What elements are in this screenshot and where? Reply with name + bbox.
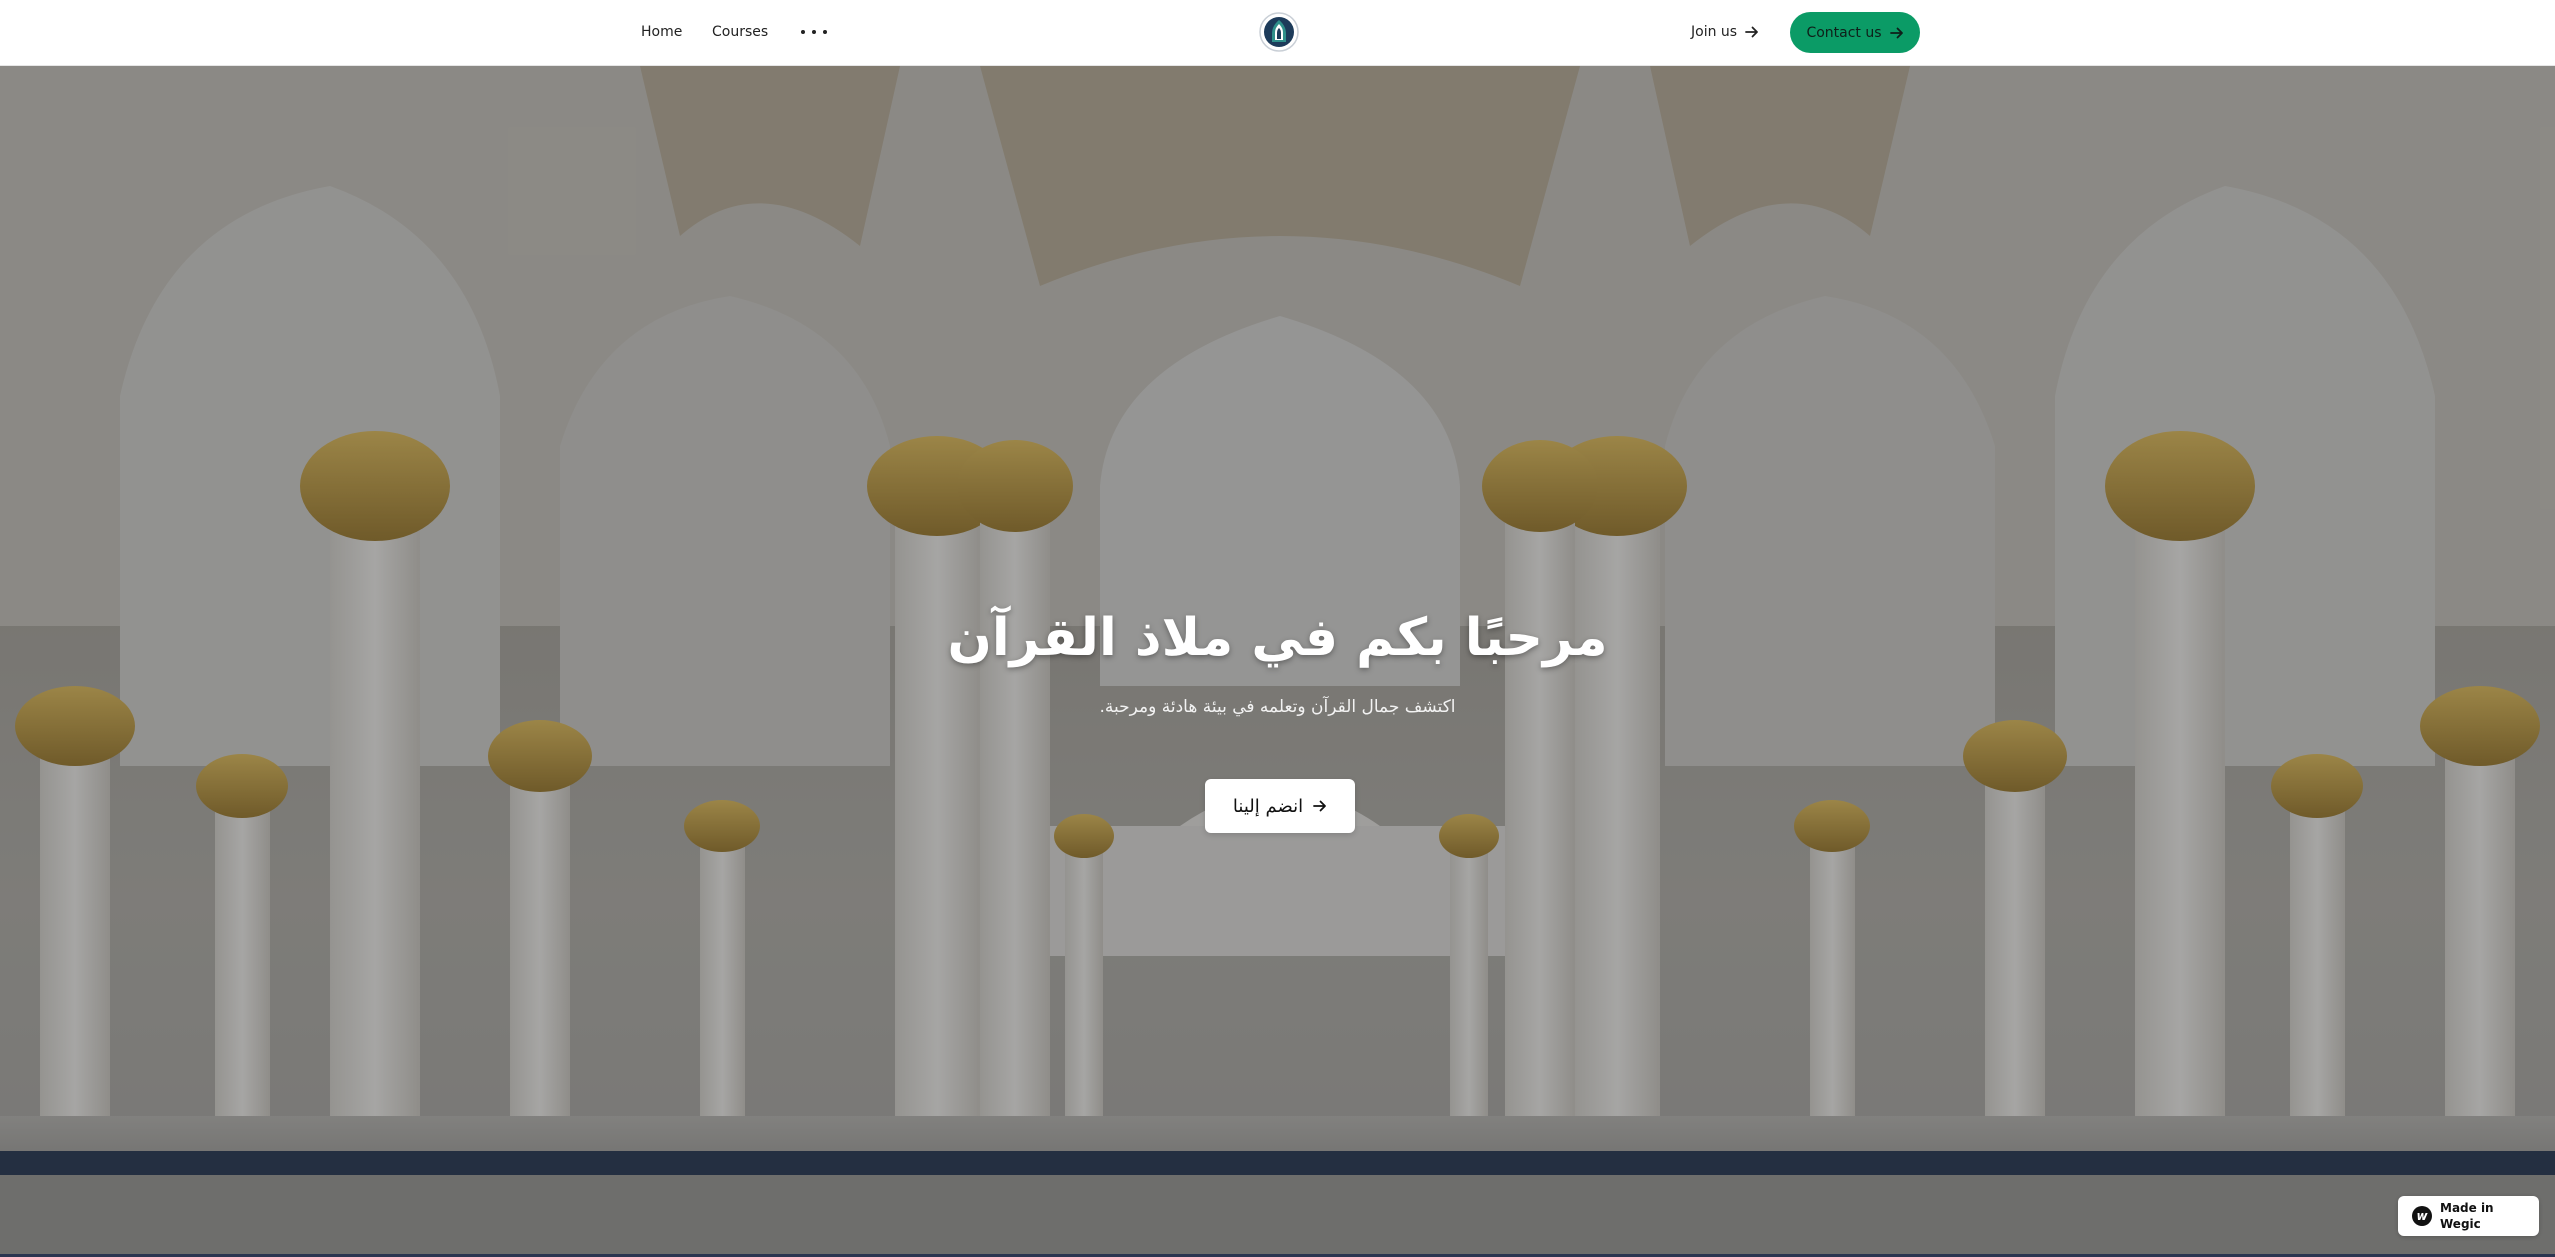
more-horizontal-icon[interactable] [801, 22, 827, 42]
hero-section: مرحبًا بكم في ملاذ القرآن اكتشف جمال الق… [0, 66, 2555, 1257]
made-in-wegic-badge[interactable]: w Made in Wegic [2398, 1196, 2539, 1236]
badge-text: Made in Wegic [2440, 1201, 2494, 1231]
arrow-right-icon [1889, 27, 1903, 38]
join-us-cta-button[interactable]: انضم إلينا [1205, 779, 1355, 833]
wegic-logo-icon: w [2412, 1206, 2432, 1226]
arrow-right-icon [1745, 26, 1758, 38]
cta-label: انضم إلينا [1232, 795, 1304, 817]
contact-us-button[interactable]: Contact us [1790, 12, 1920, 53]
hero-title: مرحبًا بكم في ملاذ القرآن [947, 608, 1608, 668]
contact-us-label: Contact us [1806, 24, 1882, 41]
nav-home-link[interactable]: Home [641, 22, 682, 42]
top-navigation-bar: Home Courses Join us Contact us [0, 0, 2555, 66]
hero-subtitle: اكتشف جمال القرآن وتعلمه في بيئة هادئة و… [1099, 697, 1456, 717]
mosque-emblem-icon[interactable] [1259, 12, 1299, 52]
join-us-link[interactable]: Join us [1691, 22, 1759, 42]
join-us-label: Join us [1691, 24, 1738, 40]
arrow-right-icon [1313, 800, 1326, 812]
nav-courses-link[interactable]: Courses [712, 22, 768, 42]
